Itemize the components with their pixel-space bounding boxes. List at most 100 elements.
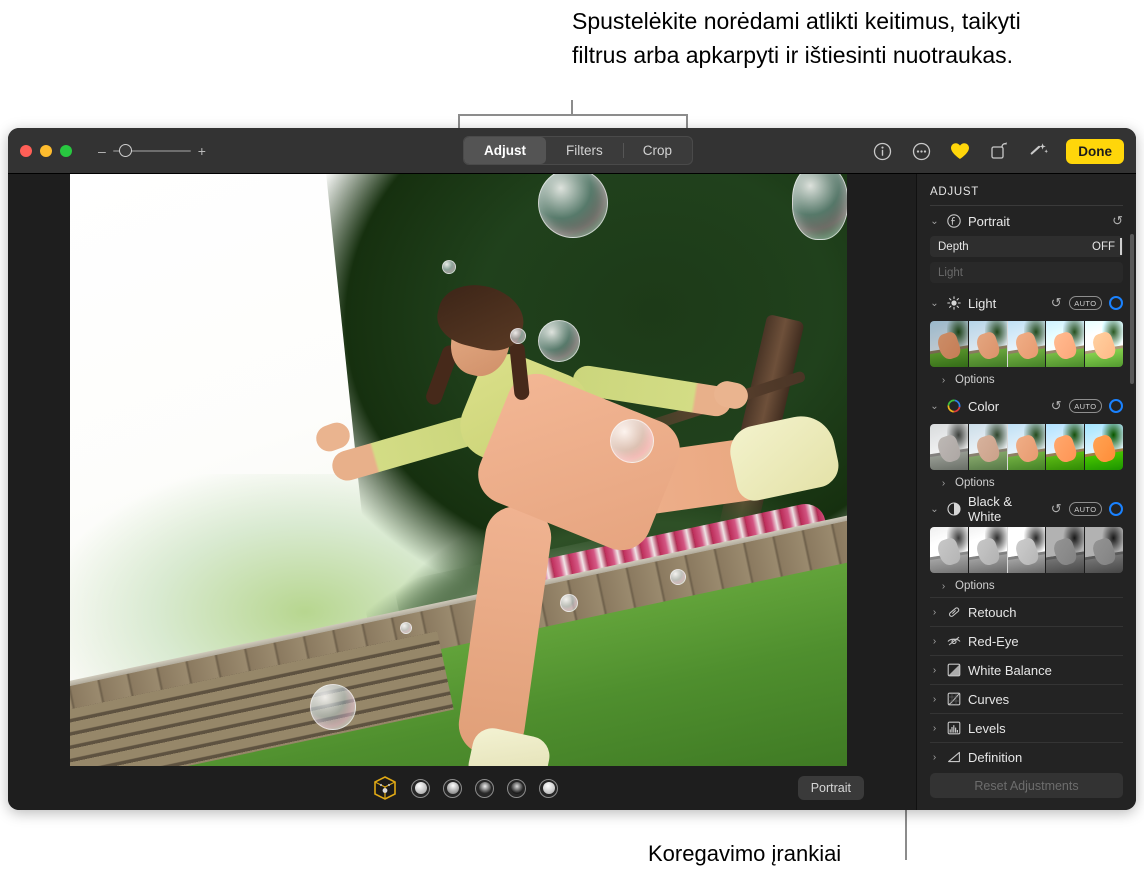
photo-image[interactable]: [70, 174, 847, 766]
reset-adjustments-button[interactable]: Reset Adjustments: [930, 773, 1123, 798]
zoom-slider-knob[interactable]: [118, 143, 132, 157]
info-icon[interactable]: [871, 140, 893, 162]
window-toolbar: – + Adjust Filters Crop Done: [8, 128, 1136, 174]
photos-editor-window: – + Adjust Filters Crop Done Portrait AD…: [8, 128, 1136, 810]
zoom-slider[interactable]: – +: [98, 143, 206, 158]
color-enable-toggle[interactable]: [1109, 399, 1123, 413]
done-button[interactable]: Done: [1066, 138, 1124, 164]
light-filmstrip[interactable]: [930, 321, 1123, 367]
editor-mode-segmented-control[interactable]: Adjust Filters Crop: [463, 136, 694, 165]
rotate-icon[interactable]: [988, 140, 1010, 162]
row-retouch[interactable]: › Retouch: [930, 597, 1123, 626]
tab-filters[interactable]: Filters: [546, 137, 623, 164]
color-thumbnail[interactable]: [967, 424, 1007, 470]
photo-bubble: [560, 594, 578, 612]
depth-slider-handle[interactable]: [1120, 238, 1122, 255]
portrait-light-slider[interactable]: Light: [930, 262, 1123, 283]
light-auto-button[interactable]: AUTO: [1068, 296, 1102, 310]
section-portrait-header[interactable]: ⌄ Portrait ↺: [930, 206, 1123, 236]
color-reset-icon[interactable]: ↺: [1051, 398, 1062, 414]
chevron-right-icon[interactable]: ›: [930, 607, 939, 618]
zoom-out-icon[interactable]: –: [98, 144, 106, 158]
bw-options-row[interactable]: › Options: [930, 575, 1123, 597]
zoom-slider-track[interactable]: [112, 143, 191, 157]
light-thumbnail[interactable]: [930, 321, 968, 367]
bw-thumbnail[interactable]: [967, 527, 1007, 573]
chevron-right-icon[interactable]: ›: [939, 478, 948, 489]
light-thumbnail-selected[interactable]: [1006, 321, 1046, 367]
chevron-right-icon[interactable]: ›: [939, 375, 948, 386]
black-and-white-filmstrip[interactable]: [930, 527, 1123, 573]
bw-auto-button[interactable]: AUTO: [1068, 502, 1102, 516]
definition-icon: [946, 750, 961, 764]
row-levels[interactable]: › Levels: [930, 713, 1123, 742]
light-thumbnail[interactable]: [967, 321, 1007, 367]
studio-light-button[interactable]: [411, 778, 430, 798]
adjust-sidebar-scroll[interactable]: ADJUST ⌄ Portrait ↺ Depth OFF Light ⌄ Li…: [917, 174, 1136, 763]
tab-adjust[interactable]: Adjust: [464, 137, 546, 164]
zoom-window-button[interactable]: [60, 144, 72, 157]
photo-bubble: [400, 622, 412, 634]
auto-enhance-wand-icon[interactable]: [1027, 140, 1049, 162]
chevron-down-icon[interactable]: ⌄: [930, 216, 939, 227]
light-thumbnail[interactable]: [1045, 321, 1085, 367]
contour-light-button[interactable]: [443, 778, 462, 798]
light-thumbnail[interactable]: [1084, 321, 1123, 367]
chevron-down-icon[interactable]: ⌄: [930, 401, 939, 412]
row-definition[interactable]: › Definition: [930, 742, 1123, 763]
sidebar-scrollbar[interactable]: [1130, 234, 1134, 384]
stage-light-button[interactable]: [475, 778, 494, 798]
lighting-effect-picker[interactable]: [372, 775, 558, 801]
row-curves[interactable]: › Curves: [930, 684, 1123, 713]
light-reset-icon[interactable]: ↺: [1051, 295, 1062, 311]
more-options-icon[interactable]: [910, 140, 932, 162]
close-window-button[interactable]: [20, 144, 32, 157]
stage-light-mono-button[interactable]: [507, 778, 526, 798]
chevron-down-icon[interactable]: ⌄: [930, 298, 939, 309]
portrait-reset-icon[interactable]: ↺: [1112, 213, 1123, 229]
natural-light-cube-icon[interactable]: [372, 775, 398, 801]
bw-thumbnail-selected[interactable]: [1006, 527, 1046, 573]
toolbar-right-group: Done: [871, 128, 1124, 174]
section-color-header[interactable]: ⌄ Color ↺ AUTO: [930, 391, 1123, 421]
chevron-right-icon[interactable]: ›: [930, 636, 939, 647]
color-auto-button[interactable]: AUTO: [1068, 399, 1102, 413]
bw-enable-toggle[interactable]: [1109, 502, 1123, 516]
bw-thumbnail[interactable]: [1084, 527, 1123, 573]
depth-slider[interactable]: Depth OFF: [930, 236, 1123, 257]
chevron-right-icon[interactable]: ›: [930, 694, 939, 705]
color-filmstrip[interactable]: [930, 424, 1123, 470]
color-thumbnail[interactable]: [930, 424, 968, 470]
color-options-row[interactable]: › Options: [930, 472, 1123, 494]
bw-thumbnail[interactable]: [930, 527, 968, 573]
high-key-light-mono-button[interactable]: [539, 778, 558, 798]
favorite-heart-icon[interactable]: [949, 140, 971, 162]
row-definition-label: Definition: [968, 749, 1023, 764]
sidebar-title: ADJUST: [930, 186, 979, 198]
chevron-right-icon[interactable]: ›: [930, 665, 939, 676]
color-thumbnail[interactable]: [1084, 424, 1123, 470]
chevron-right-icon[interactable]: ›: [930, 723, 939, 734]
light-enable-toggle[interactable]: [1109, 296, 1123, 310]
light-options-row[interactable]: › Options: [930, 369, 1123, 391]
color-thumbnail[interactable]: [1045, 424, 1085, 470]
portrait-badge[interactable]: Portrait: [797, 776, 864, 800]
tab-crop[interactable]: Crop: [622, 137, 692, 164]
row-red-eye[interactable]: › Red-Eye: [930, 626, 1123, 655]
section-light-header[interactable]: ⌄ Light ↺ AUTO: [930, 288, 1123, 318]
bw-reset-icon[interactable]: ↺: [1051, 501, 1062, 517]
color-thumbnail-selected[interactable]: [1006, 424, 1046, 470]
section-black-and-white-header[interactable]: ⌄ Black & White ↺ AUTO: [930, 494, 1123, 524]
minimize-window-button[interactable]: [40, 144, 52, 157]
photo-canvas-area: Portrait: [8, 174, 916, 810]
chevron-down-icon[interactable]: ⌄: [930, 504, 939, 515]
chevron-right-icon[interactable]: ›: [930, 752, 939, 763]
screenshot-root: Spustelėkite norėdami atlikti keitimus, …: [0, 0, 1144, 878]
chevron-right-icon[interactable]: ›: [939, 581, 948, 592]
section-light-label: Light: [968, 295, 997, 311]
row-white-balance[interactable]: › White Balance: [930, 655, 1123, 684]
callout-top-text: Spustelėkite norėdami atlikti keitimus, …: [572, 8, 1021, 68]
bw-thumbnail[interactable]: [1045, 527, 1085, 573]
zoom-in-icon[interactable]: +: [198, 144, 206, 158]
photo-bubble: [670, 569, 686, 585]
